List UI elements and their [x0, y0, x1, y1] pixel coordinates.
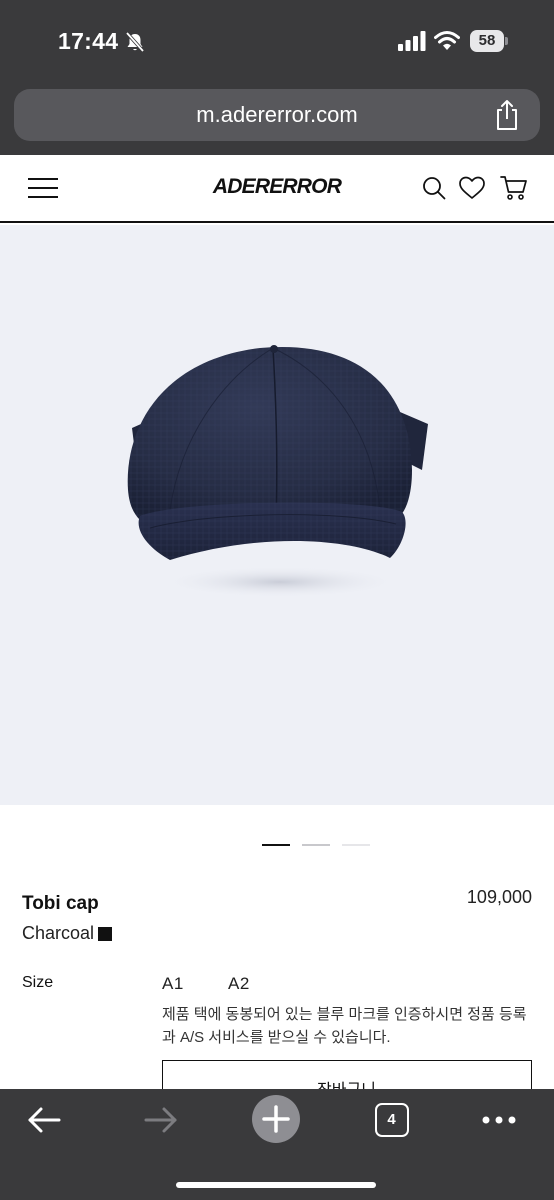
plus-icon [262, 1105, 290, 1133]
battery-tip [505, 37, 508, 45]
wishlist-heart-icon[interactable] [458, 176, 486, 200]
color-swatch[interactable] [98, 927, 112, 941]
size-option-a1[interactable]: A1 [162, 974, 184, 994]
product-image[interactable] [0, 225, 554, 805]
carousel-dot[interactable] [342, 844, 370, 846]
search-icon[interactable] [422, 176, 446, 200]
more-options-icon[interactable] [482, 1115, 516, 1125]
share-icon[interactable] [494, 99, 520, 131]
wifi-icon [434, 31, 460, 50]
forward-arrow-icon[interactable] [143, 1105, 179, 1135]
new-tab-button[interactable] [252, 1095, 300, 1143]
size-option-a2[interactable]: A2 [228, 974, 250, 994]
site-header: ADERERROR [0, 155, 554, 223]
product-price: 109,000 [466, 887, 532, 907]
cellular-signal-icon [398, 31, 426, 51]
battery-level: 58 [478, 32, 496, 49]
bell-slash-icon [125, 31, 145, 53]
tabs-button[interactable]: 4 [375, 1103, 409, 1137]
shopping-cart-icon[interactable] [500, 175, 528, 201]
battery-indicator: 58 [470, 30, 508, 52]
carousel-indicator [262, 844, 372, 848]
carousel-dot[interactable] [302, 844, 330, 846]
navy-cap-photo [127, 345, 428, 598]
product-color: Charcoal [22, 923, 95, 943]
browser-chrome-top: 17:44 58 m.adererror.com [0, 0, 554, 155]
authenticity-notice: 제품 택에 동봉되어 있는 블루 마크를 인증하시면 정품 등록과 A/S 서비… [162, 1006, 527, 1046]
tabs-count: 4 [387, 1111, 396, 1128]
url-text[interactable]: m.adererror.com [14, 102, 540, 128]
size-label: Size [22, 974, 54, 991]
back-arrow-icon[interactable] [26, 1105, 62, 1135]
carousel-dot[interactable] [262, 844, 290, 846]
home-indicator [176, 1182, 376, 1188]
address-bar[interactable]: m.adererror.com [14, 89, 540, 141]
status-time: 17:44 [58, 28, 119, 54]
status-bar: 17:44 58 [0, 0, 554, 84]
product-name: Tobi cap [22, 893, 99, 914]
